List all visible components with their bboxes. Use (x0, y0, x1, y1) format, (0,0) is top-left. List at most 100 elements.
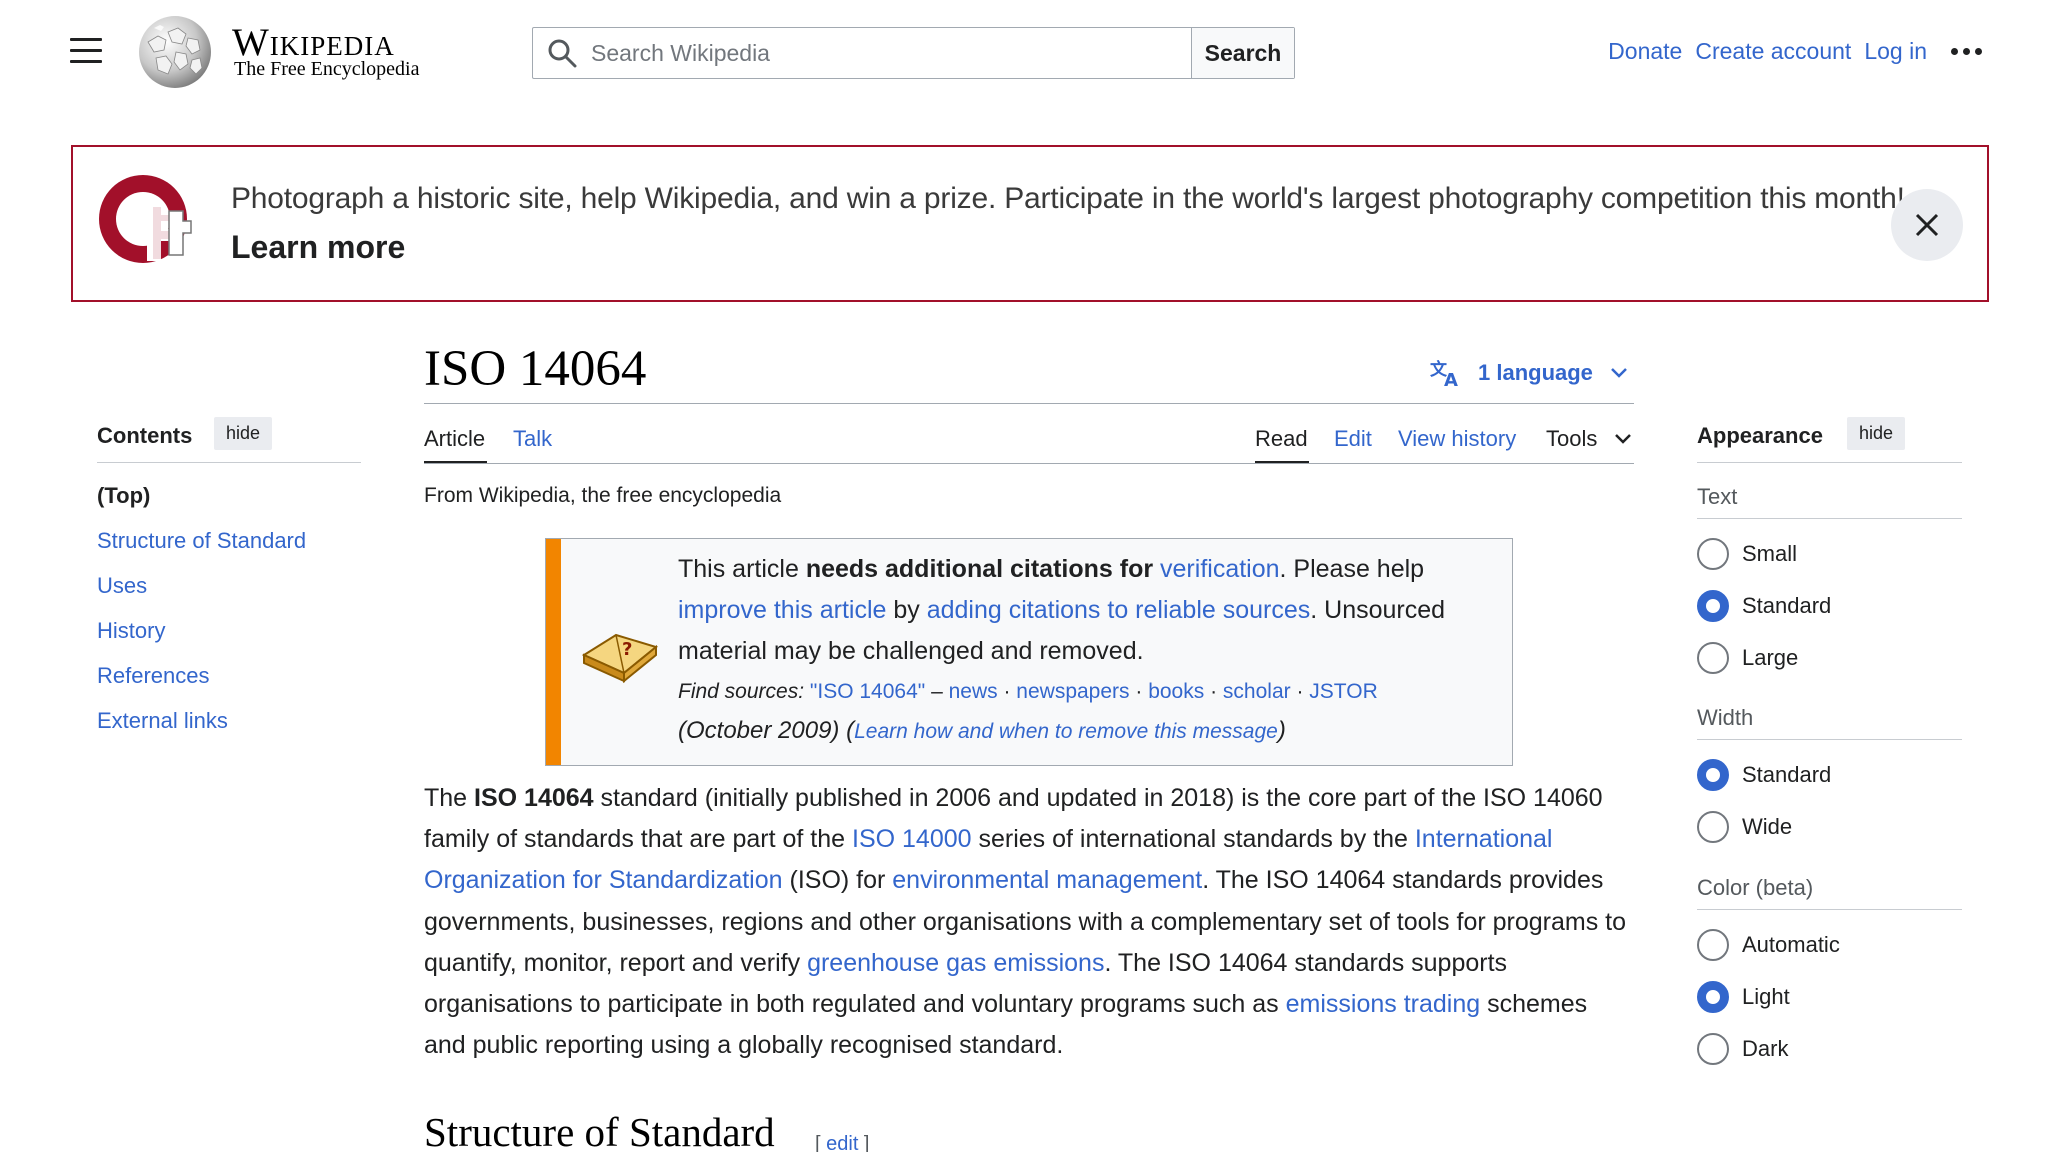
bold-term: ISO 14064 (474, 784, 594, 812)
donate-link[interactable]: Donate (1608, 38, 1682, 65)
search-input[interactable] (591, 39, 1191, 67)
tab-edit[interactable]: Edit (1334, 426, 1372, 452)
radio-color-light[interactable]: Light (1697, 981, 1790, 1013)
main-menu-button[interactable] (70, 38, 102, 66)
toc-item-history[interactable]: History (97, 618, 165, 644)
log-in-link[interactable]: Log in (1864, 38, 1927, 65)
source-jstor-link[interactable]: JSTOR (1309, 680, 1377, 703)
tab-view-history[interactable]: View history (1398, 426, 1516, 452)
remove-message-link[interactable]: Learn how and when to remove this messag… (854, 720, 1278, 743)
more-options-icon[interactable] (1951, 48, 1982, 55)
svg-text:?: ? (622, 639, 632, 660)
appearance-hide-button[interactable]: hide (1847, 417, 1906, 450)
sources-dash: – (925, 680, 949, 703)
notice-text-part: . Please help (1279, 555, 1425, 583)
toc-item-top[interactable]: (Top) (97, 483, 150, 509)
radio-width-standard[interactable]: Standard (1697, 759, 1831, 791)
improve-article-link[interactable]: improve this article (678, 596, 886, 624)
find-sources-label: Find sources: (678, 680, 805, 703)
toc-item-uses[interactable]: Uses (97, 573, 147, 599)
chevron-down-icon (1615, 434, 1632, 444)
group-divider (1697, 518, 1962, 519)
radio-selected-icon (1697, 590, 1729, 622)
color-label: Color (beta) (1697, 875, 1814, 900)
close-icon (1915, 213, 1939, 237)
tab-tools[interactable]: Tools (1546, 426, 1633, 452)
source-newspapers-link[interactable]: newspapers (1016, 680, 1129, 703)
radio-color-dark[interactable]: Dark (1697, 1033, 1788, 1065)
source-query-link[interactable]: "ISO 14064" (810, 680, 925, 703)
section-edit-link[interactable]: [ edit ] (815, 1133, 870, 1152)
text: series of international standards by the (971, 825, 1415, 854)
radio-text-standard[interactable]: Standard (1697, 590, 1831, 622)
radio-icon (1697, 929, 1729, 961)
radio-label: Large (1742, 645, 1799, 670)
radio-label: Wide (1742, 814, 1793, 839)
wikipedia-tagline: The Free Encyclopedia (234, 58, 420, 80)
source-news-link[interactable]: news (949, 680, 998, 703)
toc-item-external-links[interactable]: External links (97, 708, 228, 734)
hamburger-icon-bar (70, 38, 102, 41)
radio-selected-icon (1697, 981, 1729, 1013)
verification-link[interactable]: verification (1160, 555, 1280, 583)
greenhouse-gas-emissions-link[interactable]: greenhouse gas emissions (807, 949, 1104, 977)
radio-icon (1697, 811, 1729, 843)
site-subtitle: From Wikipedia, the free encyclopedia (424, 484, 782, 507)
notice-text: This article needs additional citations … (678, 549, 1498, 672)
appearance-divider (1697, 462, 1962, 463)
text-size-label: Text (1697, 484, 1738, 509)
toc-title: Contents (97, 423, 193, 448)
tab-article[interactable]: Article (424, 426, 485, 452)
environmental-management-link[interactable]: environmental management (892, 866, 1202, 894)
create-account-link[interactable]: Create account (1695, 38, 1851, 65)
radio-icon (1697, 538, 1729, 570)
book-question-icon: ? (581, 633, 659, 684)
banner-learn-more-link[interactable]: Learn more (231, 229, 405, 266)
section-heading: Structure of Standard (424, 1109, 775, 1152)
iso-14000-link[interactable]: ISO 14000 (852, 825, 972, 853)
lead-paragraph: The ISO 14064 standard (initially publis… (424, 778, 1634, 1066)
search-form: Search (532, 27, 1295, 79)
radio-icon (1697, 1033, 1729, 1065)
radio-text-small[interactable]: Small (1697, 538, 1797, 570)
user-links: Donate Create account Log in (1595, 38, 1982, 65)
notice-date-line: (October 2009) (Learn how and when to re… (678, 717, 1286, 744)
notice-date: (October 2009) (678, 717, 840, 744)
site-notice-banner: Photograph a historic site, help Wikiped… (71, 145, 1989, 302)
tab-read[interactable]: Read (1255, 426, 1308, 452)
radio-label: Dark (1742, 1036, 1789, 1061)
notice-stripe (546, 539, 561, 765)
toc-item-references[interactable]: References (97, 663, 210, 689)
emissions-trading-link[interactable]: emissions trading (1286, 990, 1481, 1018)
search-button[interactable]: Search (1191, 28, 1294, 78)
toc-hide-button[interactable]: hide (214, 417, 273, 450)
radio-color-automatic[interactable]: Automatic (1697, 929, 1840, 961)
source-books-link[interactable]: books (1148, 680, 1204, 703)
language-button[interactable]: 文 A 1 language (1430, 358, 1629, 388)
chevron-down-icon (1611, 368, 1627, 378)
group-divider (1697, 909, 1962, 910)
wikipedia-globe-logo[interactable] (134, 14, 216, 90)
width-label: Width (1697, 705, 1754, 730)
source-scholar-link[interactable]: scholar (1223, 680, 1291, 703)
adding-citations-link[interactable]: adding citations to reliable sources (927, 596, 1311, 624)
radio-label: Standard (1742, 593, 1832, 618)
page-title: ISO 14064 (424, 341, 647, 397)
hamburger-icon-bar (70, 49, 102, 52)
search-field-wrap[interactable] (533, 28, 1191, 78)
radio-text-large[interactable]: Large (1697, 642, 1798, 674)
radio-label: Automatic (1742, 932, 1840, 957)
radio-width-wide[interactable]: Wide (1697, 811, 1792, 843)
group-divider (1697, 739, 1962, 740)
radio-label: Light (1742, 984, 1790, 1009)
citation-notice-box: ? This article needs additional citation… (545, 538, 1513, 766)
banner-close-button[interactable] (1891, 189, 1963, 261)
radio-selected-icon (1697, 759, 1729, 791)
tab-talk[interactable]: Talk (513, 426, 552, 452)
section-edit-label[interactable]: edit (826, 1133, 858, 1152)
hamburger-icon-bar (70, 60, 102, 63)
toc-item-structure[interactable]: Structure of Standard (97, 528, 306, 554)
language-count: 1 language (1478, 360, 1593, 385)
appearance-title: Appearance (1697, 423, 1823, 448)
radio-label: Standard (1742, 762, 1832, 787)
